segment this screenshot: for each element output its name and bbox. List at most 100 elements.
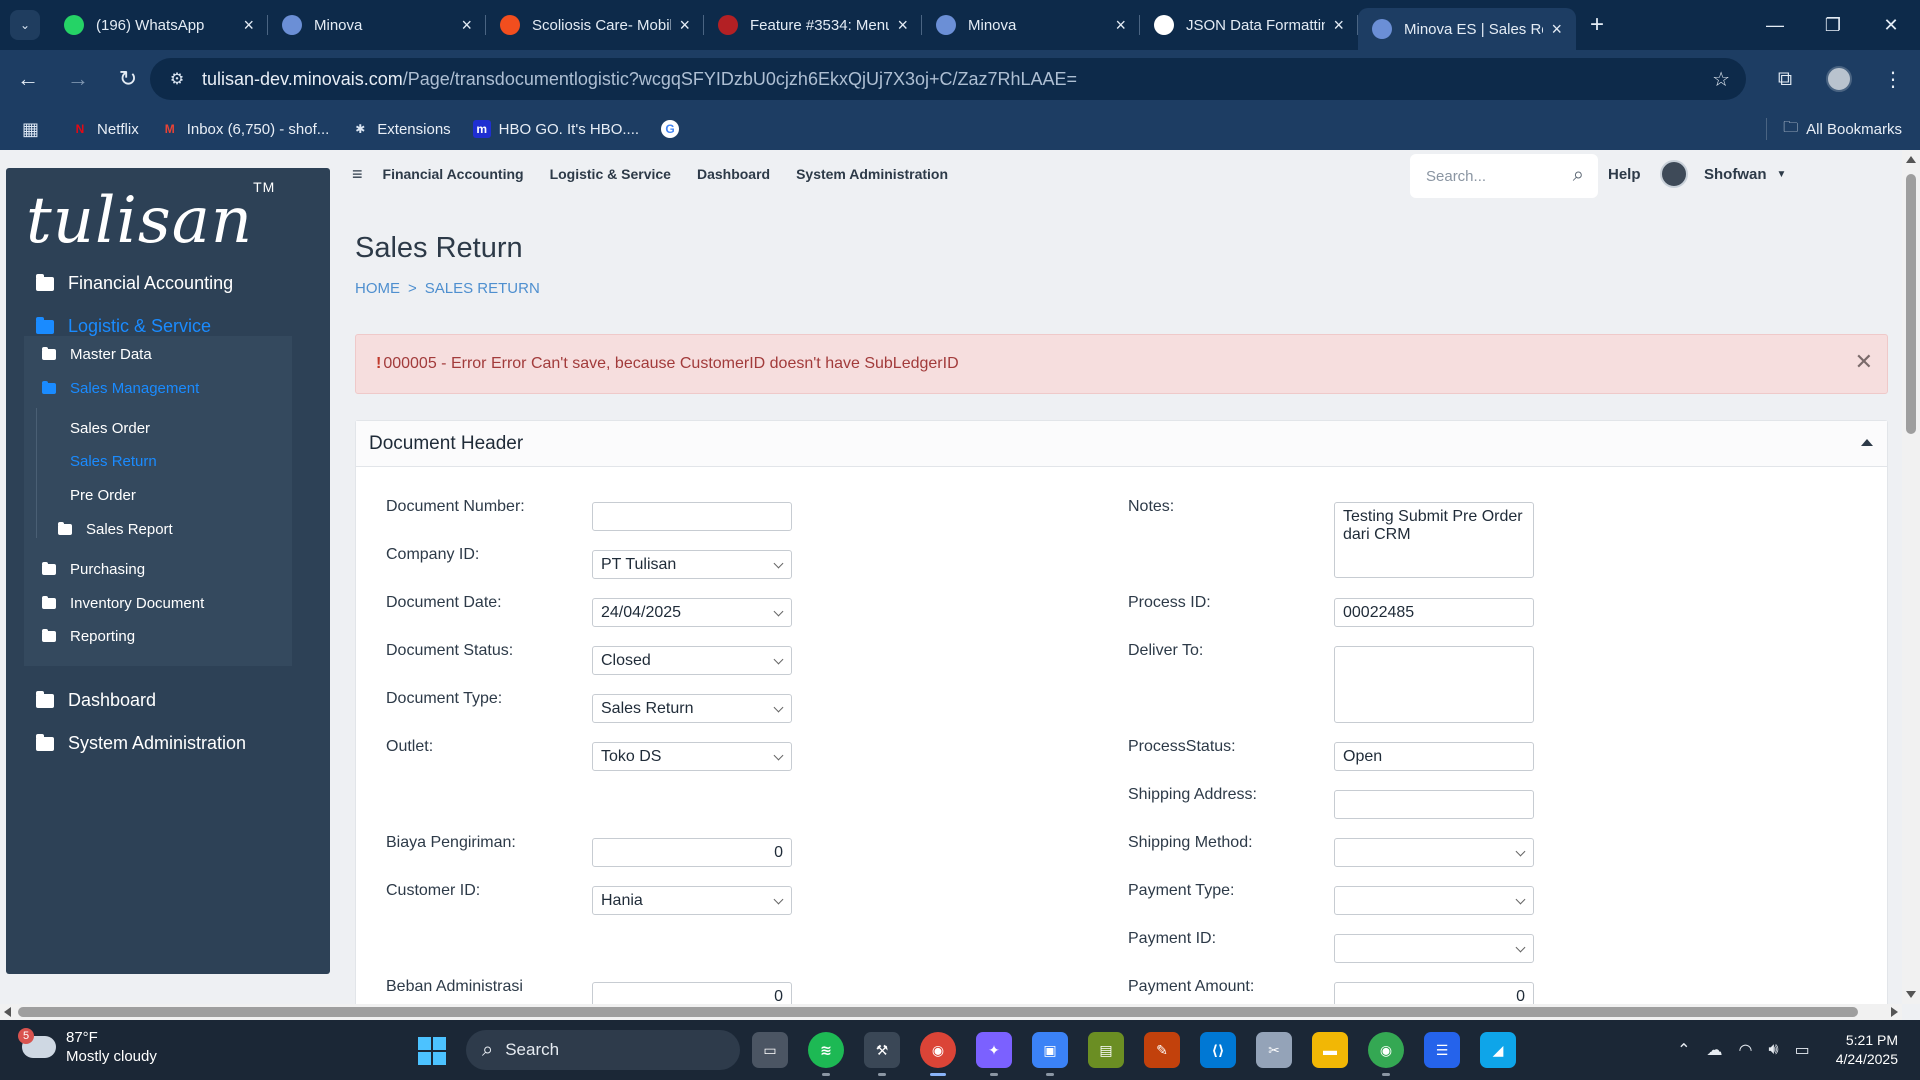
- azure-data-studio-icon[interactable]: ◢: [1480, 1032, 1516, 1068]
- new-tab-button[interactable]: +: [1590, 11, 1604, 39]
- sidebar-item-pre-order[interactable]: Pre Order: [70, 487, 136, 504]
- task-view-icon[interactable]: ▭: [752, 1032, 788, 1068]
- sidebar-item-master-data[interactable]: Master Data: [42, 346, 152, 363]
- breadcrumb-home[interactable]: HOME: [355, 280, 400, 297]
- browser-tab[interactable]: Minova ×: [922, 0, 1140, 50]
- scroll-left-arrow-icon[interactable]: [4, 1007, 11, 1017]
- topnav-financial-accounting[interactable]: Financial Accounting: [383, 166, 524, 182]
- customer-id-select[interactable]: Hania: [592, 886, 792, 915]
- breadcrumb-current[interactable]: SALES RETURN: [425, 280, 540, 297]
- process-id-field[interactable]: 00022485: [1334, 598, 1534, 627]
- browser-tab[interactable]: Feature #3534: Menu ×: [704, 0, 922, 50]
- browser-tab[interactable]: JSON Data Formattin ×: [1140, 0, 1358, 50]
- close-tab-icon[interactable]: ×: [679, 15, 690, 36]
- payment-amount-field[interactable]: 0: [1334, 982, 1534, 1004]
- sidebar-item-sales-management[interactable]: Sales Management: [42, 380, 199, 397]
- sidebar-item-financial-accounting[interactable]: Financial Accounting: [36, 273, 233, 294]
- topnav-system-administration[interactable]: System Administration: [796, 166, 948, 182]
- close-tab-icon[interactable]: ×: [461, 15, 472, 36]
- tab-search-button[interactable]: ⌄: [10, 10, 40, 40]
- sidebar-item-system-administration[interactable]: System Administration: [36, 733, 246, 754]
- url-text[interactable]: tulisan-dev.minovais.com/Page/transdocum…: [202, 69, 1077, 90]
- company-id-select[interactable]: PT Tulisan: [592, 550, 792, 579]
- reload-button[interactable]: ↻: [106, 57, 150, 101]
- sidebar-item-purchasing[interactable]: Purchasing: [42, 561, 145, 578]
- user-menu[interactable]: Shofwan ▼: [1660, 160, 1786, 188]
- bookmark-extensions[interactable]: ✱ Extensions: [351, 120, 450, 138]
- paint-icon[interactable]: ✎: [1144, 1032, 1180, 1068]
- tools-icon[interactable]: ⚒: [864, 1032, 900, 1076]
- minimize-button[interactable]: —: [1746, 0, 1804, 50]
- close-tab-icon[interactable]: ×: [1551, 19, 1562, 40]
- sidebar-item-sales-report[interactable]: Sales Report: [58, 521, 173, 538]
- doc-date-field[interactable]: 24/04/2025: [592, 598, 792, 627]
- search-input[interactable]: Search... ⌕: [1410, 154, 1598, 198]
- snipping-tool-icon[interactable]: ✂: [1256, 1032, 1292, 1068]
- copilot-icon[interactable]: ✦: [976, 1032, 1012, 1076]
- deliver-to-textarea[interactable]: [1334, 646, 1534, 723]
- profile-button[interactable]: [1812, 66, 1866, 92]
- notes-textarea[interactable]: Testing Submit Pre Order dari CRM: [1334, 502, 1534, 578]
- address-bar[interactable]: ⚙ tulisan-dev.minovais.com/Page/transdoc…: [150, 58, 1746, 100]
- doc-status-select[interactable]: Closed: [592, 646, 792, 675]
- windows-start-icon[interactable]: [418, 1037, 446, 1065]
- sidebar-item-logistic-service[interactable]: Logistic & Service: [36, 316, 211, 337]
- bookmark-star-icon[interactable]: ☆: [1712, 67, 1730, 92]
- battery-icon[interactable]: ▭: [1795, 1040, 1810, 1060]
- sidebar-item-dashboard[interactable]: Dashboard: [36, 690, 156, 711]
- topnav-logistic-service[interactable]: Logistic & Service: [550, 166, 671, 182]
- biaya-pengiriman-field[interactable]: 0: [592, 838, 792, 867]
- help-link[interactable]: Help: [1608, 166, 1641, 183]
- chrome-icon[interactable]: ◉: [920, 1032, 956, 1076]
- volume-icon[interactable]: 🔊︎: [1768, 1041, 1778, 1059]
- horizontal-scrollbar[interactable]: [0, 1004, 1902, 1020]
- bookmark-gmail[interactable]: M Inbox (6,750) - shof...: [161, 120, 330, 138]
- apps-grid-icon[interactable]: ▦: [22, 119, 39, 140]
- collapse-icon[interactable]: [1861, 439, 1873, 446]
- back-button[interactable]: ←: [6, 57, 50, 101]
- doc-number-field[interactable]: [592, 502, 792, 531]
- chrome-profile-icon[interactable]: ◉: [1368, 1032, 1404, 1076]
- sidebar-item-sales-order[interactable]: Sales Order: [70, 420, 150, 437]
- close-tab-icon[interactable]: ×: [1333, 15, 1344, 36]
- close-window-button[interactable]: ✕: [1862, 0, 1920, 50]
- browser-tab[interactable]: (196) WhatsApp ×: [50, 0, 268, 50]
- all-bookmarks-button[interactable]: 🗀 All Bookmarks: [1766, 108, 1902, 150]
- scroll-up-arrow-icon[interactable]: [1906, 156, 1916, 163]
- shipping-method-select[interactable]: [1334, 838, 1534, 867]
- doc-type-select[interactable]: Sales Return: [592, 694, 792, 723]
- extensions-icon[interactable]: ⧉: [1758, 68, 1812, 91]
- browser-tab[interactable]: Minova ES | Sales Ret ×: [1358, 8, 1576, 50]
- scrollbar-thumb[interactable]: [1906, 174, 1916, 434]
- bookmark-netflix[interactable]: N Netflix: [71, 120, 139, 138]
- beban-administrasi-field[interactable]: 0: [592, 982, 792, 1004]
- chevron-up-icon[interactable]: ⌃: [1677, 1040, 1690, 1060]
- onedrive-icon[interactable]: ☁: [1707, 1040, 1723, 1060]
- process-status-field[interactable]: Open: [1334, 742, 1534, 771]
- browser-tab[interactable]: Minova ×: [268, 0, 486, 50]
- sidebar-item-sales-return[interactable]: Sales Return: [70, 453, 157, 470]
- menu-icon[interactable]: ⋮: [1866, 67, 1920, 92]
- forward-button[interactable]: →: [56, 57, 100, 101]
- close-icon[interactable]: ✕: [1855, 349, 1873, 375]
- close-tab-icon[interactable]: ×: [243, 15, 254, 36]
- payment-type-select[interactable]: [1334, 886, 1534, 915]
- restore-button[interactable]: ❐: [1804, 0, 1862, 50]
- scroll-right-arrow-icon[interactable]: [1891, 1007, 1898, 1017]
- shipping-address-field[interactable]: [1334, 790, 1534, 819]
- notepad-icon[interactable]: ☰: [1424, 1032, 1460, 1068]
- browser-tab[interactable]: Scoliosis Care- Mobil ×: [486, 0, 704, 50]
- file-explorer-icon[interactable]: ▬: [1312, 1032, 1348, 1068]
- remote-desktop-icon[interactable]: ▣: [1032, 1032, 1068, 1076]
- close-tab-icon[interactable]: ×: [1115, 15, 1126, 36]
- topnav-dashboard[interactable]: Dashboard: [697, 166, 770, 182]
- image-viewer-icon[interactable]: ▤: [1088, 1032, 1124, 1068]
- bookmark-hbo[interactable]: m HBO GO. It's HBO....: [472, 120, 639, 138]
- scrollbar-thumb[interactable]: [18, 1007, 1858, 1017]
- site-info-icon[interactable]: ⚙: [164, 69, 190, 89]
- close-tab-icon[interactable]: ×: [897, 15, 908, 36]
- payment-id-select[interactable]: [1334, 934, 1534, 963]
- outlet-select[interactable]: Toko DS: [592, 742, 792, 771]
- taskbar-search[interactable]: ⌕ Search: [466, 1030, 740, 1070]
- clock[interactable]: 5:21 PM 4/24/2025: [1836, 1031, 1898, 1069]
